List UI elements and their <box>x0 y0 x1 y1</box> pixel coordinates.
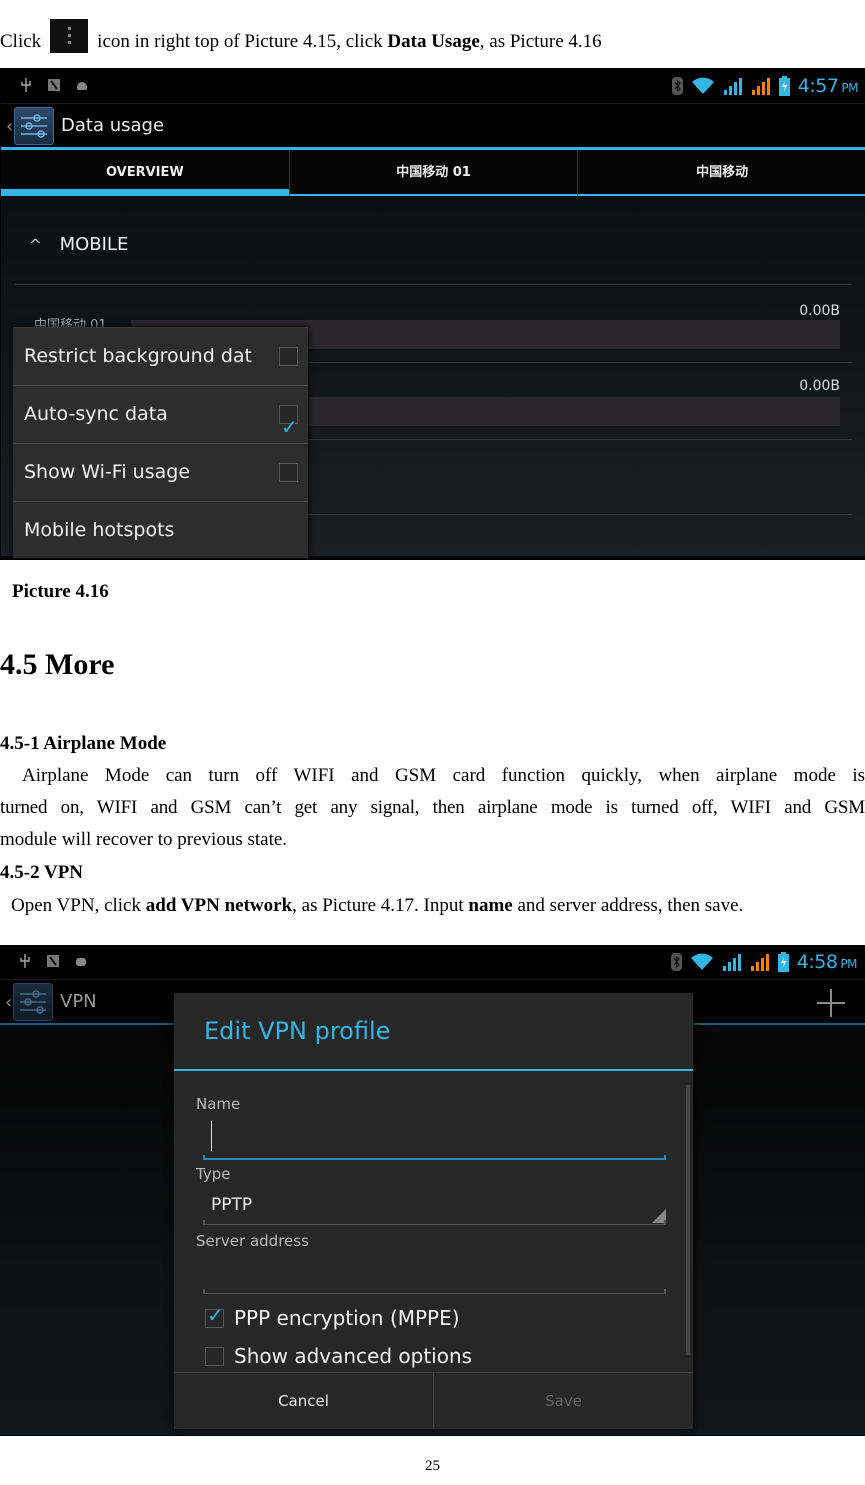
type-spinner-underline <box>203 1220 666 1225</box>
screenshot-icon <box>47 955 59 967</box>
checkbox-unchecked-icon[interactable] <box>279 347 298 366</box>
vpn-screenshot: 4:58 PM ‹ VPN Edit VPN profile Name Type … <box>0 945 865 1436</box>
status-clock: 4:58 PM <box>796 951 858 973</box>
section-heading: 4.5 More <box>0 648 115 681</box>
action-bar: ‹ Data usage <box>1 104 865 146</box>
data-usage-screenshot: 4:57 PM ‹ Data usage OVERVIEW 中国移动 01 中国移… <box>0 68 865 560</box>
divider <box>15 284 852 285</box>
status-bar: 4:58 PM <box>0 945 865 980</box>
subsection-heading: 4.5-1 Airplane Mode <box>0 733 167 754</box>
settings-sliders-icon[interactable] <box>14 107 54 145</box>
dialog-scrollbar[interactable] <box>686 1085 690 1355</box>
tab-overview[interactable]: OVERVIEW <box>1 150 290 196</box>
tab-sim-01[interactable]: 中国移动 01 <box>289 150 579 196</box>
signal-icon <box>722 954 741 971</box>
battery-icon <box>778 76 790 96</box>
server-address-label: Server address <box>196 1232 309 1250</box>
plus-icon[interactable] <box>817 989 845 1017</box>
type-spinner[interactable]: PPTP <box>203 1187 666 1225</box>
menu-item-show-wifi[interactable]: Show Wi-Fi usage <box>13 444 308 502</box>
action-bar-title: VPN <box>60 991 97 1012</box>
usage-value: 0.00B <box>799 378 840 394</box>
ppp-encryption-option[interactable]: ✓ PPP encryption (MPPE) <box>205 1303 460 1330</box>
figure-caption: Picture 4.16 <box>12 581 109 602</box>
menu-item-auto-sync[interactable]: Auto-sync data ✓ <box>13 386 308 444</box>
checkbox-checked-icon[interactable]: ✓ <box>279 405 298 439</box>
type-label: Type <box>196 1165 231 1183</box>
name-input[interactable] <box>203 1117 666 1159</box>
name-label: Name <box>196 1095 241 1113</box>
chevron-up-icon: ^ <box>29 236 42 254</box>
subsection-heading: 4.5-2 VPN <box>0 862 84 883</box>
screenshot-icon <box>48 79 60 91</box>
signal-icon <box>750 954 769 971</box>
dialog-button-bar: Cancel Save <box>174 1372 693 1429</box>
menu-item-mobile-hotspots[interactable]: Mobile hotspots <box>13 502 308 559</box>
body-line: module will recover to previous state. <box>0 829 288 850</box>
body-line: turned on, WIFI and GSM can’t get any si… <box>0 797 865 818</box>
tab-bar: OVERVIEW 中国移动 01 中国移动 <box>1 150 865 196</box>
overflow-menu-icon <box>50 19 89 53</box>
bluetooth-icon <box>671 77 683 95</box>
status-bar: 4:57 PM <box>1 69 865 104</box>
status-clock: 4:57 PM <box>797 75 859 97</box>
name-input-underline <box>203 1155 666 1160</box>
show-advanced-option[interactable]: Show advanced options <box>205 1344 472 1368</box>
signal-icon <box>723 78 742 95</box>
android-icon <box>77 82 87 90</box>
overflow-menu: Restrict background dat Auto-sync data ✓… <box>13 327 308 558</box>
usb-icon <box>20 954 30 968</box>
checkbox-unchecked-icon[interactable] <box>205 1347 224 1366</box>
settings-sliders-icon[interactable] <box>13 983 53 1021</box>
body-line: Airplane Mode can turn off WIFI and GSM … <box>22 765 865 786</box>
dialog-title: Edit VPN profile <box>204 1017 391 1045</box>
intro-paragraph: Click icon in right top of Picture 4.15, … <box>0 19 602 54</box>
dialog-title-divider <box>174 1069 693 1071</box>
edit-vpn-dialog: Edit VPN profile Name Type PPTP Server a… <box>174 993 693 1429</box>
menu-item-restrict-background[interactable]: Restrict background dat <box>13 328 308 386</box>
usb-icon <box>21 78 31 92</box>
checkbox-checked-icon[interactable]: ✓ <box>205 1303 224 1328</box>
tab-sim-02[interactable]: 中国移动 <box>578 150 865 196</box>
wifi-icon <box>691 77 714 94</box>
server-input-underline <box>203 1289 666 1294</box>
battery-icon <box>777 952 789 972</box>
save-button[interactable]: Save <box>433 1373 693 1429</box>
mobile-section-header[interactable]: ^ MOBILE <box>29 234 128 255</box>
signal-icon <box>751 78 770 95</box>
usage-value: 0.00B <box>799 303 840 319</box>
back-caret-icon[interactable]: ‹ <box>6 116 13 137</box>
cancel-button[interactable]: Cancel <box>174 1373 433 1429</box>
back-caret-icon[interactable]: ‹ <box>5 992 12 1013</box>
action-bar-title: Data usage <box>61 115 165 136</box>
checkbox-unchecked-icon[interactable] <box>279 463 298 482</box>
text-cursor <box>211 1121 212 1151</box>
bluetooth-icon <box>670 953 682 971</box>
body-line: Open VPN, click add VPN network, as Pict… <box>11 895 744 916</box>
server-address-input[interactable] <box>203 1253 666 1293</box>
page-number: 25 <box>425 1458 440 1474</box>
android-icon <box>76 958 86 966</box>
wifi-icon <box>690 953 713 970</box>
